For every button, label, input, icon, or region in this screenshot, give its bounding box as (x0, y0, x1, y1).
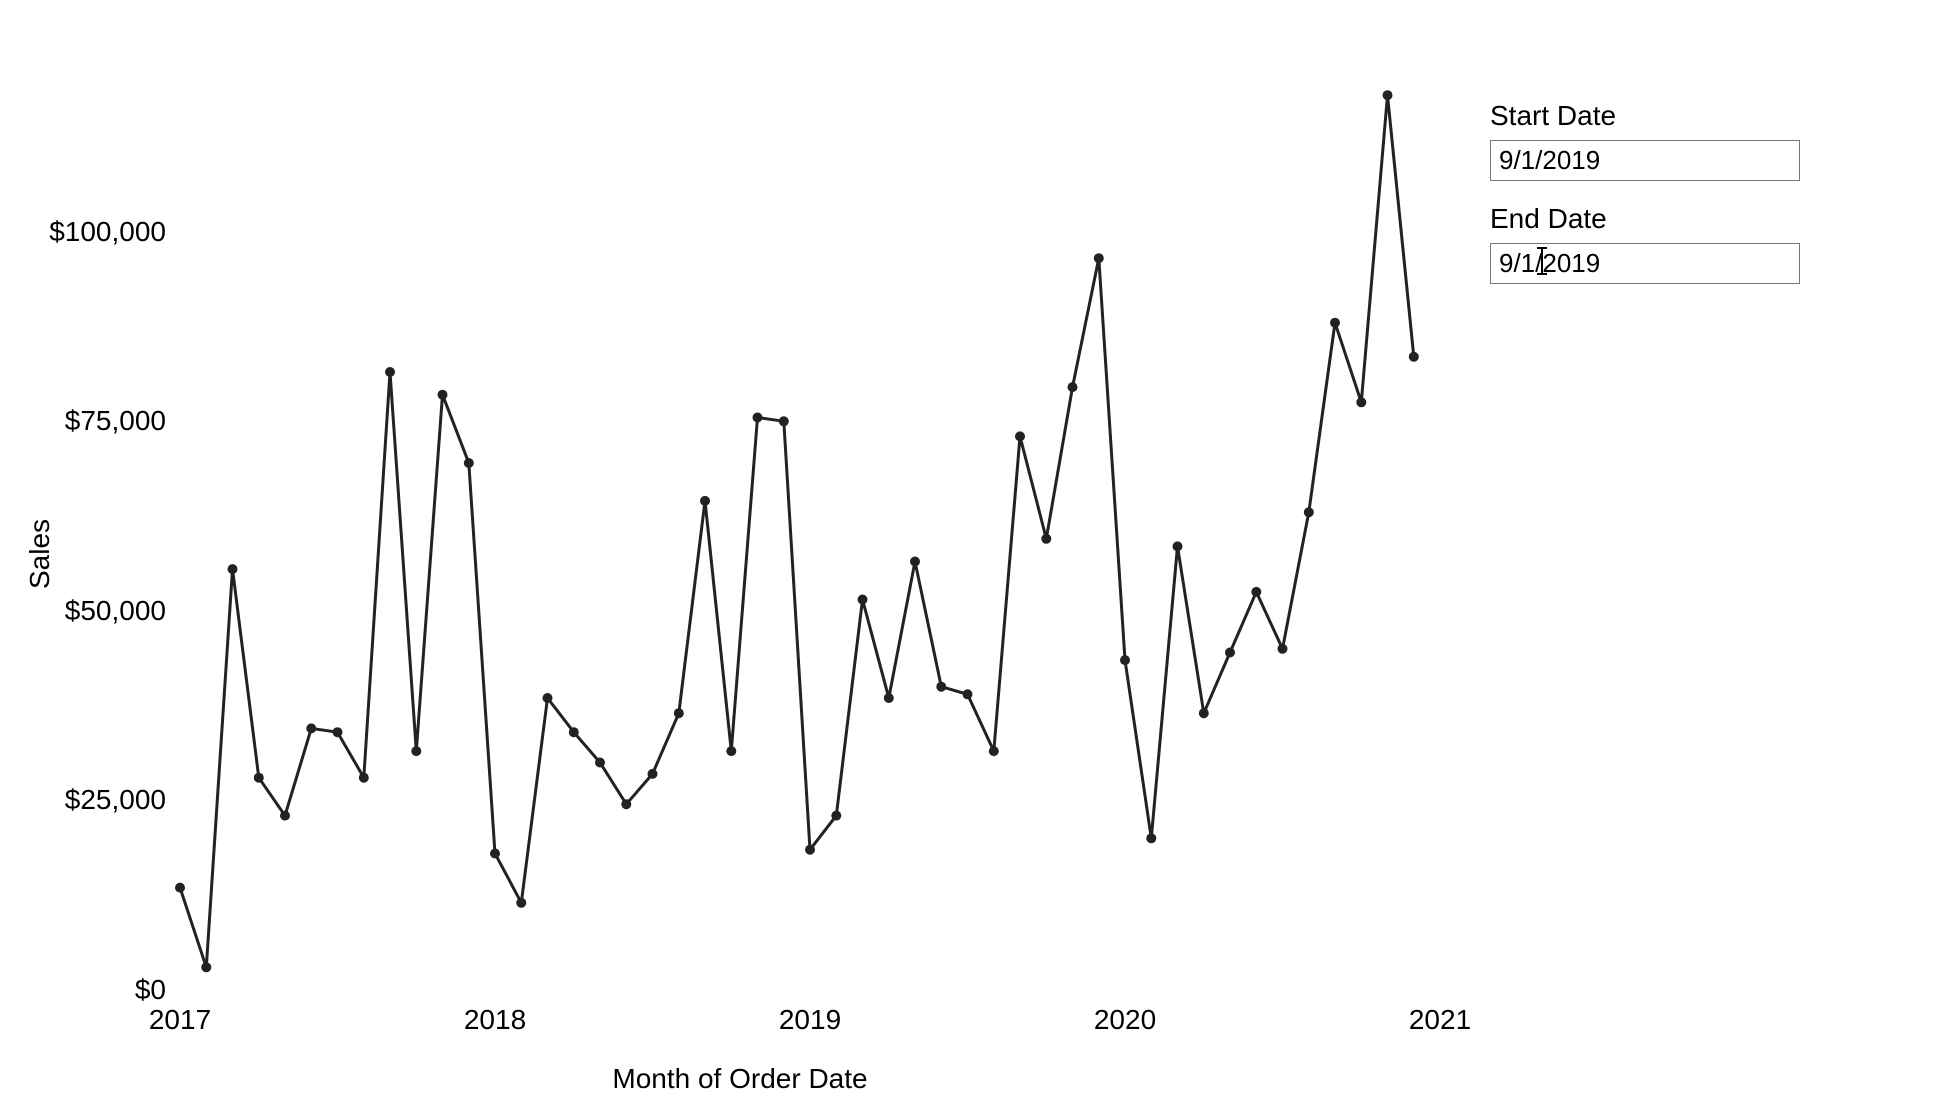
data-point[interactable] (1094, 253, 1104, 263)
data-point[interactable] (1199, 708, 1209, 718)
data-point[interactable] (280, 811, 290, 821)
end-date-input[interactable] (1490, 243, 1800, 284)
start-date-label: Start Date (1490, 100, 1810, 132)
data-point[interactable] (648, 769, 658, 779)
data-point[interactable] (333, 727, 343, 737)
data-point[interactable] (1120, 655, 1130, 665)
data-point[interactable] (989, 746, 999, 756)
data-point[interactable] (569, 727, 579, 737)
x-tick-label: 2018 (464, 990, 526, 1036)
x-tick-label: 2019 (779, 990, 841, 1036)
data-point[interactable] (254, 773, 264, 783)
data-point[interactable] (1041, 534, 1051, 544)
sales-series-line (180, 95, 1414, 967)
data-point[interactable] (1278, 644, 1288, 654)
data-point[interactable] (1225, 648, 1235, 658)
plot-area: $0$25,000$50,000$75,000$100,000201720182… (180, 80, 1440, 990)
x-tick-label: 2020 (1094, 990, 1156, 1036)
end-date-block: End Date (1490, 203, 1810, 284)
data-point[interactable] (726, 746, 736, 756)
x-tick-label: 2021 (1409, 990, 1471, 1036)
data-point[interactable] (464, 458, 474, 468)
data-point[interactable] (884, 693, 894, 703)
data-point[interactable] (779, 416, 789, 426)
y-axis-title: Sales (20, 0, 60, 1107)
data-point[interactable] (385, 367, 395, 377)
date-filter-panel: Start Date End Date (1490, 100, 1810, 306)
x-axis-title: Month of Order Date (0, 1063, 1480, 1095)
data-point[interactable] (595, 758, 605, 768)
data-point[interactable] (516, 898, 526, 908)
sales-line-chart: Sales Month of Order Date $0$25,000$50,0… (0, 0, 1480, 1107)
data-point[interactable] (1356, 397, 1366, 407)
start-date-input[interactable] (1490, 140, 1800, 181)
x-tick-label: 2017 (149, 990, 211, 1036)
data-point[interactable] (1304, 507, 1314, 517)
plot-svg (180, 80, 1440, 990)
data-point[interactable] (910, 557, 920, 567)
data-point[interactable] (543, 693, 553, 703)
data-point[interactable] (936, 682, 946, 692)
data-point[interactable] (805, 845, 815, 855)
data-point[interactable] (1015, 431, 1025, 441)
data-point[interactable] (1409, 352, 1419, 362)
y-tick-label: $100,000 (49, 216, 180, 248)
data-point[interactable] (490, 849, 500, 859)
y-tick-label: $75,000 (65, 405, 180, 437)
data-point[interactable] (1173, 541, 1183, 551)
data-point[interactable] (411, 746, 421, 756)
y-axis-title-text: Sales (24, 518, 56, 588)
data-point[interactable] (359, 773, 369, 783)
data-point[interactable] (963, 689, 973, 699)
data-point[interactable] (753, 413, 763, 423)
y-tick-label: $50,000 (65, 595, 180, 627)
data-point[interactable] (674, 708, 684, 718)
data-point[interactable] (228, 564, 238, 574)
data-point[interactable] (438, 390, 448, 400)
y-tick-label: $25,000 (65, 784, 180, 816)
data-point[interactable] (175, 883, 185, 893)
start-date-block: Start Date (1490, 100, 1810, 181)
data-point[interactable] (1251, 587, 1261, 597)
data-point[interactable] (831, 811, 841, 821)
data-point[interactable] (1330, 318, 1340, 328)
data-point[interactable] (621, 799, 631, 809)
data-point[interactable] (1146, 833, 1156, 843)
data-point[interactable] (201, 962, 211, 972)
data-point[interactable] (306, 723, 316, 733)
data-point[interactable] (858, 595, 868, 605)
data-point[interactable] (1068, 382, 1078, 392)
data-point[interactable] (700, 496, 710, 506)
end-date-label: End Date (1490, 203, 1810, 235)
data-point[interactable] (1383, 90, 1393, 100)
stage: Sales Month of Order Date $0$25,000$50,0… (0, 0, 1934, 1107)
